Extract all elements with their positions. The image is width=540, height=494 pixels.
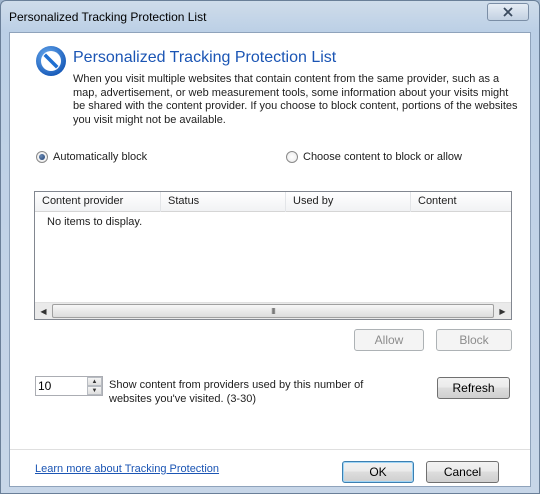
block-icon — [36, 46, 66, 76]
dialog-content: Personalized Tracking Protection List Wh… — [9, 32, 531, 487]
ok-button[interactable]: OK — [342, 461, 414, 483]
refresh-button[interactable]: Refresh — [437, 377, 510, 399]
empty-list-message: No items to display. — [47, 216, 143, 228]
chevron-down-icon[interactable]: ▼ — [87, 386, 102, 395]
website-count-label: Show content from providers used by this… — [109, 379, 364, 405]
learn-more-link[interactable]: Learn more about Tracking Protection — [35, 463, 219, 475]
website-count-stepper[interactable]: ▲ ▼ — [35, 376, 103, 396]
scroll-left-icon[interactable]: ◀ — [35, 303, 52, 319]
scroll-grip: III — [271, 306, 276, 316]
column-content-provider[interactable]: Content provider — [35, 192, 161, 212]
scroll-right-icon[interactable]: ▶ — [494, 303, 511, 319]
block-button[interactable]: Block — [436, 329, 512, 351]
radio-choose-content[interactable]: Choose content to block or allow — [286, 151, 462, 163]
scroll-thumb[interactable]: III — [52, 304, 494, 318]
website-count-input[interactable] — [38, 378, 84, 394]
radio-automatically-block[interactable]: Automatically block — [36, 151, 147, 163]
radio-label-choose: Choose content to block or allow — [303, 151, 462, 163]
description-text: When you visit multiple websites that co… — [73, 73, 518, 126]
title-bar[interactable]: Personalized Tracking Protection List — [1, 1, 539, 33]
column-used-by[interactable]: Used by — [286, 192, 411, 212]
close-button[interactable] — [487, 3, 529, 21]
content-provider-list[interactable]: Content provider Status Used by Content … — [34, 191, 512, 320]
column-status[interactable]: Status — [161, 192, 286, 212]
footer-divider — [10, 449, 530, 450]
close-icon — [503, 7, 513, 17]
stepper-buttons: ▲ ▼ — [87, 377, 102, 395]
radio-button-checked[interactable] — [36, 151, 48, 163]
dialog-heading: Personalized Tracking Protection List — [73, 49, 337, 66]
dialog-window: Personalized Tracking Protection List Pe… — [0, 0, 540, 494]
radio-label-auto: Automatically block — [53, 151, 148, 163]
radio-button-unchecked[interactable] — [286, 151, 298, 163]
allow-button[interactable]: Allow — [354, 329, 424, 351]
list-header: Content provider Status Used by Content — [35, 192, 511, 212]
window-title: Personalized Tracking Protection List — [9, 10, 207, 24]
column-content[interactable]: Content — [411, 192, 511, 212]
chevron-up-icon[interactable]: ▲ — [87, 377, 102, 386]
horizontal-scrollbar[interactable]: ◀ III ▶ — [35, 302, 511, 319]
cancel-button[interactable]: Cancel — [426, 461, 499, 483]
